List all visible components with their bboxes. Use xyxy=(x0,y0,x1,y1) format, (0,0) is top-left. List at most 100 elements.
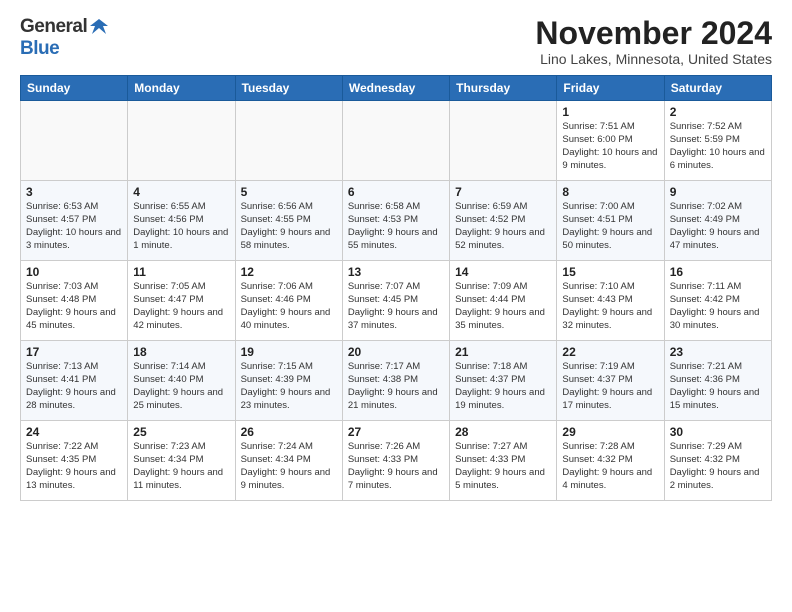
calendar-cell: 14 Sunrise: 7:09 AM Sunset: 4:44 PM Dayli… xyxy=(450,261,557,341)
day-number: 18 xyxy=(133,345,229,359)
day-info: Sunrise: 7:06 AM Sunset: 4:46 PM Dayligh… xyxy=(241,281,337,332)
calendar-cell: 7 Sunrise: 6:59 AM Sunset: 4:52 PM Daylig… xyxy=(450,181,557,261)
day-number: 7 xyxy=(455,185,551,199)
day-info: Sunrise: 7:15 AM Sunset: 4:39 PM Dayligh… xyxy=(241,361,337,412)
month-title: November 2024 xyxy=(535,16,772,51)
calendar-cell: 27 Sunrise: 7:26 AM Sunset: 4:33 PM Dayli… xyxy=(342,421,449,501)
day-number: 19 xyxy=(241,345,337,359)
logo-general-text: General xyxy=(20,16,87,38)
calendar-cell: 29 Sunrise: 7:28 AM Sunset: 4:32 PM Dayli… xyxy=(557,421,664,501)
day-number: 23 xyxy=(670,345,766,359)
day-info: Sunrise: 7:02 AM Sunset: 4:49 PM Dayligh… xyxy=(670,201,766,252)
calendar-cell: 20 Sunrise: 7:17 AM Sunset: 4:38 PM Dayli… xyxy=(342,341,449,421)
day-number: 1 xyxy=(562,105,658,119)
location-title: Lino Lakes, Minnesota, United States xyxy=(535,51,772,67)
day-number: 15 xyxy=(562,265,658,279)
calendar-week-row: 17 Sunrise: 7:13 AM Sunset: 4:41 PM Dayli… xyxy=(21,341,772,421)
day-number: 17 xyxy=(26,345,122,359)
day-info: Sunrise: 7:51 AM Sunset: 6:00 PM Dayligh… xyxy=(562,121,658,172)
header: General Blue November 2024 Lino Lakes, M… xyxy=(20,16,772,67)
calendar-cell: 16Sunrise: 7:11 AM Sunset: 4:42 PM Dayli… xyxy=(664,261,771,341)
calendar-cell: 11 Sunrise: 7:05 AM Sunset: 4:47 PM Dayli… xyxy=(128,261,235,341)
calendar-cell: 28 Sunrise: 7:27 AM Sunset: 4:33 PM Dayli… xyxy=(450,421,557,501)
calendar-cell xyxy=(450,101,557,181)
day-number: 25 xyxy=(133,425,229,439)
day-number: 22 xyxy=(562,345,658,359)
calendar-cell: 1 Sunrise: 7:51 AM Sunset: 6:00 PM Daylig… xyxy=(557,101,664,181)
day-number: 10 xyxy=(26,265,122,279)
day-number: 20 xyxy=(348,345,444,359)
day-info: Sunrise: 7:52 AM Sunset: 5:59 PM Dayligh… xyxy=(670,121,766,172)
day-number: 30 xyxy=(670,425,766,439)
day-info: Sunrise: 7:22 AM Sunset: 4:35 PM Dayligh… xyxy=(26,441,122,492)
calendar-cell xyxy=(128,101,235,181)
weekday-header-sunday: Sunday xyxy=(21,76,128,101)
day-number: 21 xyxy=(455,345,551,359)
calendar-body: 1 Sunrise: 7:51 AM Sunset: 6:00 PM Daylig… xyxy=(21,101,772,501)
calendar-cell: 15Sunrise: 7:10 AM Sunset: 4:43 PM Dayli… xyxy=(557,261,664,341)
day-number: 5 xyxy=(241,185,337,199)
day-number: 13 xyxy=(348,265,444,279)
day-info: Sunrise: 6:53 AM Sunset: 4:57 PM Dayligh… xyxy=(26,201,122,252)
day-info: Sunrise: 7:23 AM Sunset: 4:34 PM Dayligh… xyxy=(133,441,229,492)
day-info: Sunrise: 6:55 AM Sunset: 4:56 PM Dayligh… xyxy=(133,201,229,252)
day-info: Sunrise: 7:17 AM Sunset: 4:38 PM Dayligh… xyxy=(348,361,444,412)
day-info: Sunrise: 7:03 AM Sunset: 4:48 PM Dayligh… xyxy=(26,281,122,332)
day-info: Sunrise: 7:00 AM Sunset: 4:51 PM Dayligh… xyxy=(562,201,658,252)
day-info: Sunrise: 7:21 AM Sunset: 4:36 PM Dayligh… xyxy=(670,361,766,412)
calendar-cell: 17 Sunrise: 7:13 AM Sunset: 4:41 PM Dayli… xyxy=(21,341,128,421)
day-info: Sunrise: 7:26 AM Sunset: 4:33 PM Dayligh… xyxy=(348,441,444,492)
calendar-week-row: 3Sunrise: 6:53 AM Sunset: 4:57 PM Daylig… xyxy=(21,181,772,261)
weekday-header-tuesday: Tuesday xyxy=(235,76,342,101)
weekday-header-saturday: Saturday xyxy=(664,76,771,101)
calendar-cell: 21Sunrise: 7:18 AM Sunset: 4:37 PM Dayli… xyxy=(450,341,557,421)
calendar-cell: 13 Sunrise: 7:07 AM Sunset: 4:45 PM Dayli… xyxy=(342,261,449,341)
calendar-table: SundayMondayTuesdayWednesdayThursdayFrid… xyxy=(20,75,772,501)
calendar-week-row: 24Sunrise: 7:22 AM Sunset: 4:35 PM Dayli… xyxy=(21,421,772,501)
day-info: Sunrise: 6:58 AM Sunset: 4:53 PM Dayligh… xyxy=(348,201,444,252)
day-number: 28 xyxy=(455,425,551,439)
day-number: 6 xyxy=(348,185,444,199)
day-info: Sunrise: 7:07 AM Sunset: 4:45 PM Dayligh… xyxy=(348,281,444,332)
calendar-cell: 30Sunrise: 7:29 AM Sunset: 4:32 PM Dayli… xyxy=(664,421,771,501)
calendar-cell: 24Sunrise: 7:22 AM Sunset: 4:35 PM Dayli… xyxy=(21,421,128,501)
calendar-cell: 4Sunrise: 6:55 AM Sunset: 4:56 PM Daylig… xyxy=(128,181,235,261)
day-info: Sunrise: 7:14 AM Sunset: 4:40 PM Dayligh… xyxy=(133,361,229,412)
day-info: Sunrise: 6:59 AM Sunset: 4:52 PM Dayligh… xyxy=(455,201,551,252)
day-number: 8 xyxy=(562,185,658,199)
calendar-cell: 2Sunrise: 7:52 AM Sunset: 5:59 PM Daylig… xyxy=(664,101,771,181)
calendar-cell: 8 Sunrise: 7:00 AM Sunset: 4:51 PM Daylig… xyxy=(557,181,664,261)
calendar-cell: 10 Sunrise: 7:03 AM Sunset: 4:48 PM Dayli… xyxy=(21,261,128,341)
calendar-cell: 25 Sunrise: 7:23 AM Sunset: 4:34 PM Dayli… xyxy=(128,421,235,501)
day-info: Sunrise: 7:11 AM Sunset: 4:42 PM Dayligh… xyxy=(670,281,766,332)
day-number: 27 xyxy=(348,425,444,439)
day-number: 26 xyxy=(241,425,337,439)
day-info: Sunrise: 7:19 AM Sunset: 4:37 PM Dayligh… xyxy=(562,361,658,412)
title-area: November 2024 Lino Lakes, Minnesota, Uni… xyxy=(535,16,772,67)
day-info: Sunrise: 7:09 AM Sunset: 4:44 PM Dayligh… xyxy=(455,281,551,332)
day-number: 12 xyxy=(241,265,337,279)
calendar-cell: 22 Sunrise: 7:19 AM Sunset: 4:37 PM Dayli… xyxy=(557,341,664,421)
calendar-cell: 12 Sunrise: 7:06 AM Sunset: 4:46 PM Dayli… xyxy=(235,261,342,341)
calendar-cell: 5Sunrise: 6:56 AM Sunset: 4:55 PM Daylig… xyxy=(235,181,342,261)
calendar-cell: 23 Sunrise: 7:21 AM Sunset: 4:36 PM Dayli… xyxy=(664,341,771,421)
weekday-header-monday: Monday xyxy=(128,76,235,101)
calendar-cell: 19 Sunrise: 7:15 AM Sunset: 4:39 PM Dayli… xyxy=(235,341,342,421)
day-info: Sunrise: 7:28 AM Sunset: 4:32 PM Dayligh… xyxy=(562,441,658,492)
day-info: Sunrise: 7:27 AM Sunset: 4:33 PM Dayligh… xyxy=(455,441,551,492)
day-info: Sunrise: 7:05 AM Sunset: 4:47 PM Dayligh… xyxy=(133,281,229,332)
day-number: 11 xyxy=(133,265,229,279)
day-number: 29 xyxy=(562,425,658,439)
calendar-cell: 6 Sunrise: 6:58 AM Sunset: 4:53 PM Daylig… xyxy=(342,181,449,261)
logo: General Blue xyxy=(20,16,110,60)
day-info: Sunrise: 7:24 AM Sunset: 4:34 PM Dayligh… xyxy=(241,441,337,492)
day-info: Sunrise: 7:13 AM Sunset: 4:41 PM Dayligh… xyxy=(26,361,122,412)
day-number: 14 xyxy=(455,265,551,279)
logo-bird-icon xyxy=(88,16,110,38)
weekday-header-row: SundayMondayTuesdayWednesdayThursdayFrid… xyxy=(21,76,772,101)
day-number: 9 xyxy=(670,185,766,199)
calendar-header: SundayMondayTuesdayWednesdayThursdayFrid… xyxy=(21,76,772,101)
calendar-cell: 18 Sunrise: 7:14 AM Sunset: 4:40 PM Dayli… xyxy=(128,341,235,421)
calendar-week-row: 10 Sunrise: 7:03 AM Sunset: 4:48 PM Dayli… xyxy=(21,261,772,341)
calendar-cell xyxy=(235,101,342,181)
